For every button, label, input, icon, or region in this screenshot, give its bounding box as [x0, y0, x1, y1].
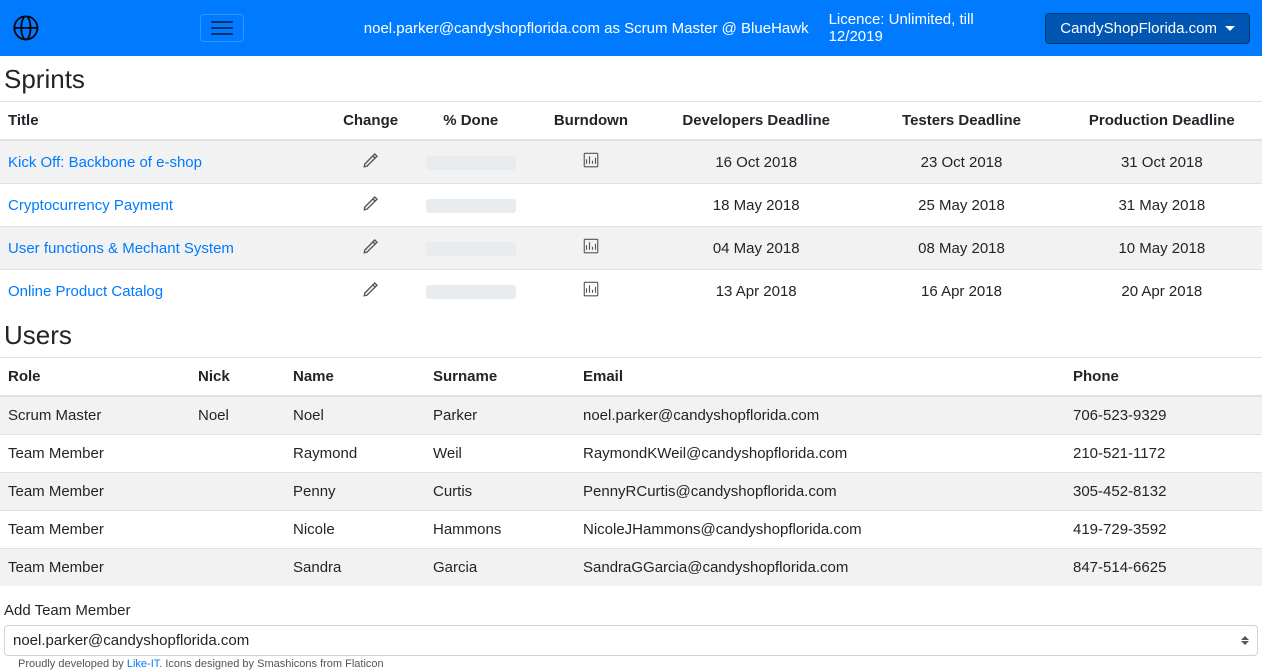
progress-bar: [426, 285, 516, 299]
table-row: Online Product Catalog 13 Apr 201816 Apr …: [0, 270, 1262, 313]
col-pct: % Done: [411, 102, 531, 141]
user-context-text: noel.parker@candyshopflorida.com as Scru…: [364, 20, 809, 37]
footer-post: . Icons designed by Smashicons from Flat…: [159, 658, 383, 670]
prod-deadline: 20 Apr 2018: [1062, 270, 1262, 313]
user-phone: 706-523-9329: [1065, 396, 1262, 435]
sprint-title-link[interactable]: Kick Off: Backbone of e-shop: [8, 154, 202, 171]
user-surname: Garcia: [425, 549, 575, 587]
col-burndown: Burndown: [531, 102, 651, 141]
sprints-table: Title Change % Done Burndown Developers …: [0, 101, 1262, 312]
license-text: Licence: Unlimited, till 12/2019: [829, 11, 1006, 45]
user-phone: 419-729-3592: [1065, 511, 1262, 549]
burndown-chart-icon[interactable]: [582, 280, 600, 298]
footer-credit: Proudly developed by Like-IT. Icons desi…: [0, 656, 1262, 672]
user-surname: Parker: [425, 396, 575, 435]
table-row: Team Member RaymondWeilRaymondKWeil@candy…: [0, 435, 1262, 473]
user-surname: Curtis: [425, 473, 575, 511]
test-deadline: 16 Apr 2018: [861, 270, 1061, 313]
site-dropdown-button[interactable]: CandyShopFlorida.com: [1045, 13, 1250, 44]
prod-deadline: 31 Oct 2018: [1062, 140, 1262, 184]
col-nick: Nick: [190, 358, 285, 397]
col-email: Email: [575, 358, 1065, 397]
users-table: Role Nick Name Surname Email Phone Scrum…: [0, 357, 1262, 586]
user-role: Scrum Master: [0, 396, 190, 435]
sprints-heading: Sprints: [0, 56, 1262, 101]
user-role: Team Member: [0, 549, 190, 587]
dev-deadline: 16 Oct 2018: [651, 140, 861, 184]
progress-bar: [426, 199, 516, 213]
user-email: SandraGGarcia@candyshopflorida.com: [575, 549, 1065, 587]
test-deadline: 25 May 2018: [861, 184, 1061, 227]
sprint-title-link[interactable]: Cryptocurrency Payment: [8, 197, 173, 214]
test-deadline: 08 May 2018: [861, 227, 1061, 270]
col-title: Title: [0, 102, 331, 141]
table-row: Team Member PennyCurtisPennyRCurtis@candy…: [0, 473, 1262, 511]
user-phone: 210-521-1172: [1065, 435, 1262, 473]
burndown-chart-icon[interactable]: [582, 237, 600, 255]
sprint-title-link[interactable]: User functions & Mechant System: [8, 240, 234, 257]
burndown-chart-icon[interactable]: [582, 151, 600, 169]
users-heading: Users: [0, 312, 1262, 357]
site-dropdown-label: CandyShopFlorida.com: [1060, 20, 1217, 37]
user-nick: [190, 473, 285, 511]
user-nick: Noel: [190, 396, 285, 435]
col-change: Change: [331, 102, 411, 141]
table-row: Scrum MasterNoelNoelParkernoel.parker@ca…: [0, 396, 1262, 435]
add-member-select[interactable]: noel.parker@candyshopflorida.com: [4, 625, 1258, 656]
dev-deadline: 18 May 2018: [651, 184, 861, 227]
test-deadline: 23 Oct 2018: [861, 140, 1061, 184]
user-name: Nicole: [285, 511, 425, 549]
user-email: RaymondKWeil@candyshopflorida.com: [575, 435, 1065, 473]
user-role: Team Member: [0, 511, 190, 549]
user-name: Penny: [285, 473, 425, 511]
user-name: Sandra: [285, 549, 425, 587]
table-row: Team Member SandraGarciaSandraGGarcia@can…: [0, 549, 1262, 587]
menu-toggle-button[interactable]: [200, 14, 244, 42]
progress-bar: [426, 156, 516, 170]
table-row: Kick Off: Backbone of e-shop 16 Oct 20182…: [0, 140, 1262, 184]
user-email: noel.parker@candyshopflorida.com: [575, 396, 1065, 435]
footer-link[interactable]: Like-IT: [127, 658, 159, 670]
sprint-title-link[interactable]: Online Product Catalog: [8, 283, 163, 300]
col-prod: Production Deadline: [1062, 102, 1262, 141]
col-role: Role: [0, 358, 190, 397]
user-name: Noel: [285, 396, 425, 435]
navbar: noel.parker@candyshopflorida.com as Scru…: [0, 0, 1262, 56]
user-phone: 847-514-6625: [1065, 549, 1262, 587]
col-dev: Developers Deadline: [651, 102, 861, 141]
dev-deadline: 13 Apr 2018: [651, 270, 861, 313]
user-nick: [190, 511, 285, 549]
user-role: Team Member: [0, 473, 190, 511]
edit-icon[interactable]: [362, 237, 380, 255]
col-test: Testers Deadline: [861, 102, 1061, 141]
add-member-label: Add Team Member: [0, 586, 1262, 623]
table-row: Cryptocurrency Payment 18 May 201825 May …: [0, 184, 1262, 227]
user-role: Team Member: [0, 435, 190, 473]
col-phone: Phone: [1065, 358, 1262, 397]
user-name: Raymond: [285, 435, 425, 473]
globe-icon[interactable]: [12, 12, 40, 44]
select-spinner-icon: [1241, 636, 1249, 645]
caret-down-icon: [1225, 26, 1235, 31]
col-surname: Surname: [425, 358, 575, 397]
edit-icon[interactable]: [362, 194, 380, 212]
user-phone: 305-452-8132: [1065, 473, 1262, 511]
edit-icon[interactable]: [362, 151, 380, 169]
footer-pre: Proudly developed by: [18, 658, 127, 670]
user-nick: [190, 549, 285, 587]
user-surname: Weil: [425, 435, 575, 473]
add-member-select-value: noel.parker@candyshopflorida.com: [13, 632, 249, 649]
progress-bar: [426, 242, 516, 256]
col-name: Name: [285, 358, 425, 397]
user-email: PennyRCurtis@candyshopflorida.com: [575, 473, 1065, 511]
user-email: NicoleJHammons@candyshopflorida.com: [575, 511, 1065, 549]
prod-deadline: 31 May 2018: [1062, 184, 1262, 227]
table-row: User functions & Mechant System 04 May 20…: [0, 227, 1262, 270]
user-surname: Hammons: [425, 511, 575, 549]
prod-deadline: 10 May 2018: [1062, 227, 1262, 270]
table-row: Team Member NicoleHammonsNicoleJHammons@c…: [0, 511, 1262, 549]
dev-deadline: 04 May 2018: [651, 227, 861, 270]
user-nick: [190, 435, 285, 473]
edit-icon[interactable]: [362, 280, 380, 298]
